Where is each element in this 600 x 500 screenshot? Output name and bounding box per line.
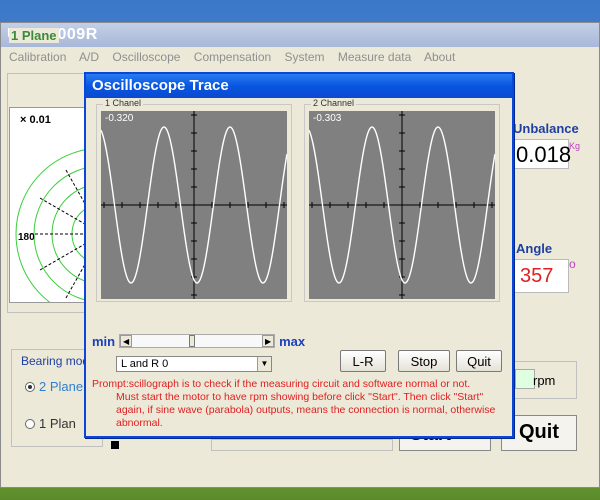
channel-1-scope: -0.320 [101, 111, 287, 299]
menu-system[interactable]: System [285, 50, 325, 64]
rpm-value [515, 369, 535, 389]
channel-2-value: -0.303 [313, 113, 342, 124]
prompt-text: Prompt:scillograph is to check if the me… [92, 378, 508, 430]
menu-oscilloscope[interactable]: Oscilloscope [112, 50, 180, 64]
lower-frame [211, 439, 393, 451]
menu-about[interactable]: About [424, 50, 455, 64]
channel-1-trace [101, 111, 287, 299]
dialog-title[interactable]: Oscilloscope Trace [86, 74, 512, 98]
lr-button[interactable]: L-R [340, 350, 386, 372]
channel-2-group: 2 Channel -0.303 [304, 98, 500, 302]
channel-1-value: -0.320 [105, 113, 134, 124]
stop-button[interactable]: Stop [398, 350, 450, 372]
angle-value: 357 [513, 259, 569, 293]
menu-compensation[interactable]: Compensation [194, 50, 271, 64]
unbalance-value: 0.018 [513, 139, 571, 169]
radio-2-plane-label: 2 Plane [39, 379, 84, 394]
channel-2-scope: -0.303 [309, 111, 495, 299]
radio-2-plane-dot[interactable] [25, 381, 35, 392]
radio-2-plane[interactable]: 2 Plane [25, 379, 83, 394]
mode-select-value: L and R 0 [121, 358, 169, 370]
oscilloscope-dialog: Oscilloscope Trace 1 Chanel -0.320 2 Cha… [84, 72, 514, 438]
radio-1-plane-label: 1 Plan [39, 416, 76, 431]
radio-1-plane[interactable]: 1 Plan [25, 416, 76, 431]
dialog-quit-button[interactable]: Quit [456, 350, 502, 372]
degree-label: 180 [18, 232, 35, 243]
slider-thumb[interactable] [188, 335, 195, 347]
scale-label: × 0.01 [20, 114, 51, 126]
status-indicator [111, 441, 119, 449]
zoom-slider[interactable]: ◀ ▶ [119, 334, 276, 348]
slider-min-label: min [92, 333, 116, 349]
bearing-mode-label: Bearing mod [19, 354, 92, 368]
menu-ad[interactable]: A/D [79, 50, 99, 64]
slider-left-arrow-icon[interactable]: ◀ [120, 335, 133, 347]
menu-calibration[interactable]: Calibration [9, 50, 66, 64]
radio-1-plane-dot[interactable] [25, 418, 35, 429]
prompt-line-1: Prompt:scillograph is to check if the me… [92, 378, 471, 390]
mode-select[interactable]: L and R 0 ▼ [116, 356, 272, 372]
main-title: USB-2009R [1, 23, 599, 47]
slider-right-arrow-icon[interactable]: ▶ [262, 335, 275, 347]
channel-1-group: 1 Chanel -0.320 [96, 98, 292, 302]
channel-2-label: 2 Channel [311, 98, 357, 108]
zoom-slider-row: min ◀ ▶ max [92, 332, 305, 350]
rpm-label: rpm [533, 373, 556, 388]
slider-max-label: max [279, 333, 306, 349]
menu-bar: Calibration A/D Oscilloscope Compensatio… [1, 47, 599, 67]
angle-unit: o [569, 257, 576, 271]
chevron-down-icon[interactable]: ▼ [257, 357, 271, 371]
angle-label: Angle [516, 241, 553, 256]
unbalance-label: Unbalance [513, 121, 579, 136]
menu-measure-data[interactable]: Measure data [338, 50, 411, 64]
prompt-line-2: Must start the motor to have rpm showing… [116, 391, 496, 429]
unbalance-unit: Kg [569, 141, 581, 151]
channel-2-trace [309, 111, 495, 299]
channel-1-label: 1 Chanel [103, 98, 144, 108]
plane-label: 1 Plane [9, 28, 59, 43]
